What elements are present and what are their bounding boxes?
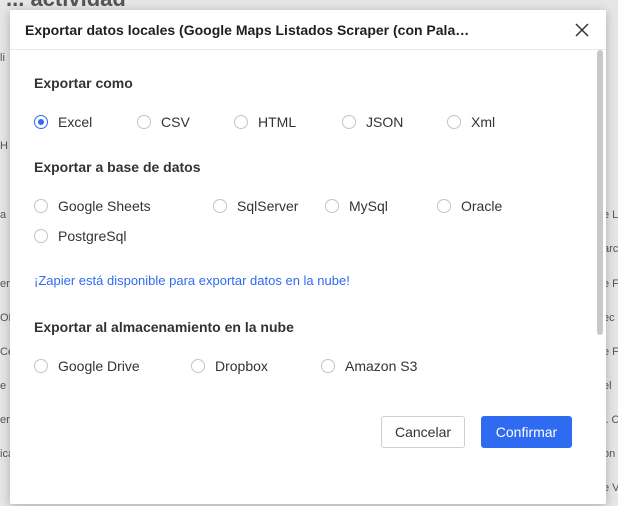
radio-amazon-s3[interactable]: Amazon S3 bbox=[321, 358, 417, 374]
section-title-export-db: Exportar a base de datos bbox=[34, 159, 201, 175]
dialog-header: Exportar datos locales (Google Maps List… bbox=[10, 10, 606, 50]
radio-label: Google Sheets bbox=[58, 198, 151, 214]
close-button[interactable] bbox=[572, 20, 592, 40]
radio-circle bbox=[437, 199, 451, 213]
close-icon bbox=[575, 23, 589, 37]
background-text-fragment: e bbox=[0, 380, 7, 392]
background-text-fragment: li bbox=[0, 52, 5, 64]
background-text-fragment: H bbox=[0, 140, 8, 152]
radio-label: Excel bbox=[58, 114, 93, 130]
cancel-button[interactable]: Cancelar bbox=[381, 416, 465, 448]
radio-circle bbox=[34, 359, 48, 373]
confirm-button[interactable]: Confirmar bbox=[481, 416, 572, 448]
radio-label: JSON bbox=[366, 114, 404, 130]
radio-postgresql[interactable]: PostgreSql bbox=[34, 228, 126, 244]
radio-label: CSV bbox=[161, 114, 190, 130]
radio-label: Xml bbox=[471, 114, 496, 130]
radio-label: PostgreSql bbox=[58, 228, 127, 244]
radio-mysql[interactable]: MySql bbox=[325, 198, 388, 214]
radio-label: Dropbox bbox=[215, 358, 268, 374]
radio-circle bbox=[213, 199, 227, 213]
radio-json[interactable]: JSON bbox=[342, 114, 403, 130]
scrollbar-thumb[interactable] bbox=[597, 50, 603, 335]
radio-circle bbox=[342, 115, 356, 129]
radio-csv[interactable]: CSV bbox=[137, 114, 190, 130]
zapier-link[interactable]: ¡Zapier está disponible para exportar da… bbox=[34, 273, 350, 288]
radio-circle bbox=[447, 115, 461, 129]
radio-circle bbox=[325, 199, 339, 213]
export-dialog: Exportar datos locales (Google Maps List… bbox=[10, 10, 606, 504]
radio-dropbox[interactable]: Dropbox bbox=[191, 358, 268, 374]
radio-label: HTML bbox=[258, 114, 297, 130]
radio-circle bbox=[137, 115, 151, 129]
radio-excel[interactable]: Excel bbox=[34, 114, 92, 130]
radio-label: SqlServer bbox=[237, 198, 299, 214]
radio-label: Google Drive bbox=[58, 358, 140, 374]
radio-oracle[interactable]: Oracle bbox=[437, 198, 502, 214]
radio-circle bbox=[234, 115, 248, 129]
radio-html[interactable]: HTML bbox=[234, 114, 296, 130]
radio-label: Oracle bbox=[461, 198, 503, 214]
radio-xml[interactable]: Xml bbox=[447, 114, 495, 130]
background-text-fragment: er bbox=[0, 414, 10, 426]
section-title-export-as: Exportar como bbox=[34, 75, 133, 91]
radio-circle bbox=[34, 115, 48, 129]
radio-circle bbox=[34, 229, 48, 243]
dialog-title: Exportar datos locales (Google Maps List… bbox=[25, 22, 475, 38]
section-title-export-cloud: Exportar al almacenamiento en la nube bbox=[34, 319, 294, 335]
radio-google-drive[interactable]: Google Drive bbox=[34, 358, 140, 374]
radio-circle bbox=[321, 359, 335, 373]
radio-sqlserver[interactable]: SqlServer bbox=[213, 198, 298, 214]
radio-circle bbox=[34, 199, 48, 213]
background-text-fragment: a bbox=[0, 209, 7, 221]
radio-google-sheets[interactable]: Google Sheets bbox=[34, 198, 151, 214]
radio-label: Amazon S3 bbox=[345, 358, 418, 374]
radio-circle bbox=[191, 359, 205, 373]
radio-label: MySql bbox=[349, 198, 388, 214]
